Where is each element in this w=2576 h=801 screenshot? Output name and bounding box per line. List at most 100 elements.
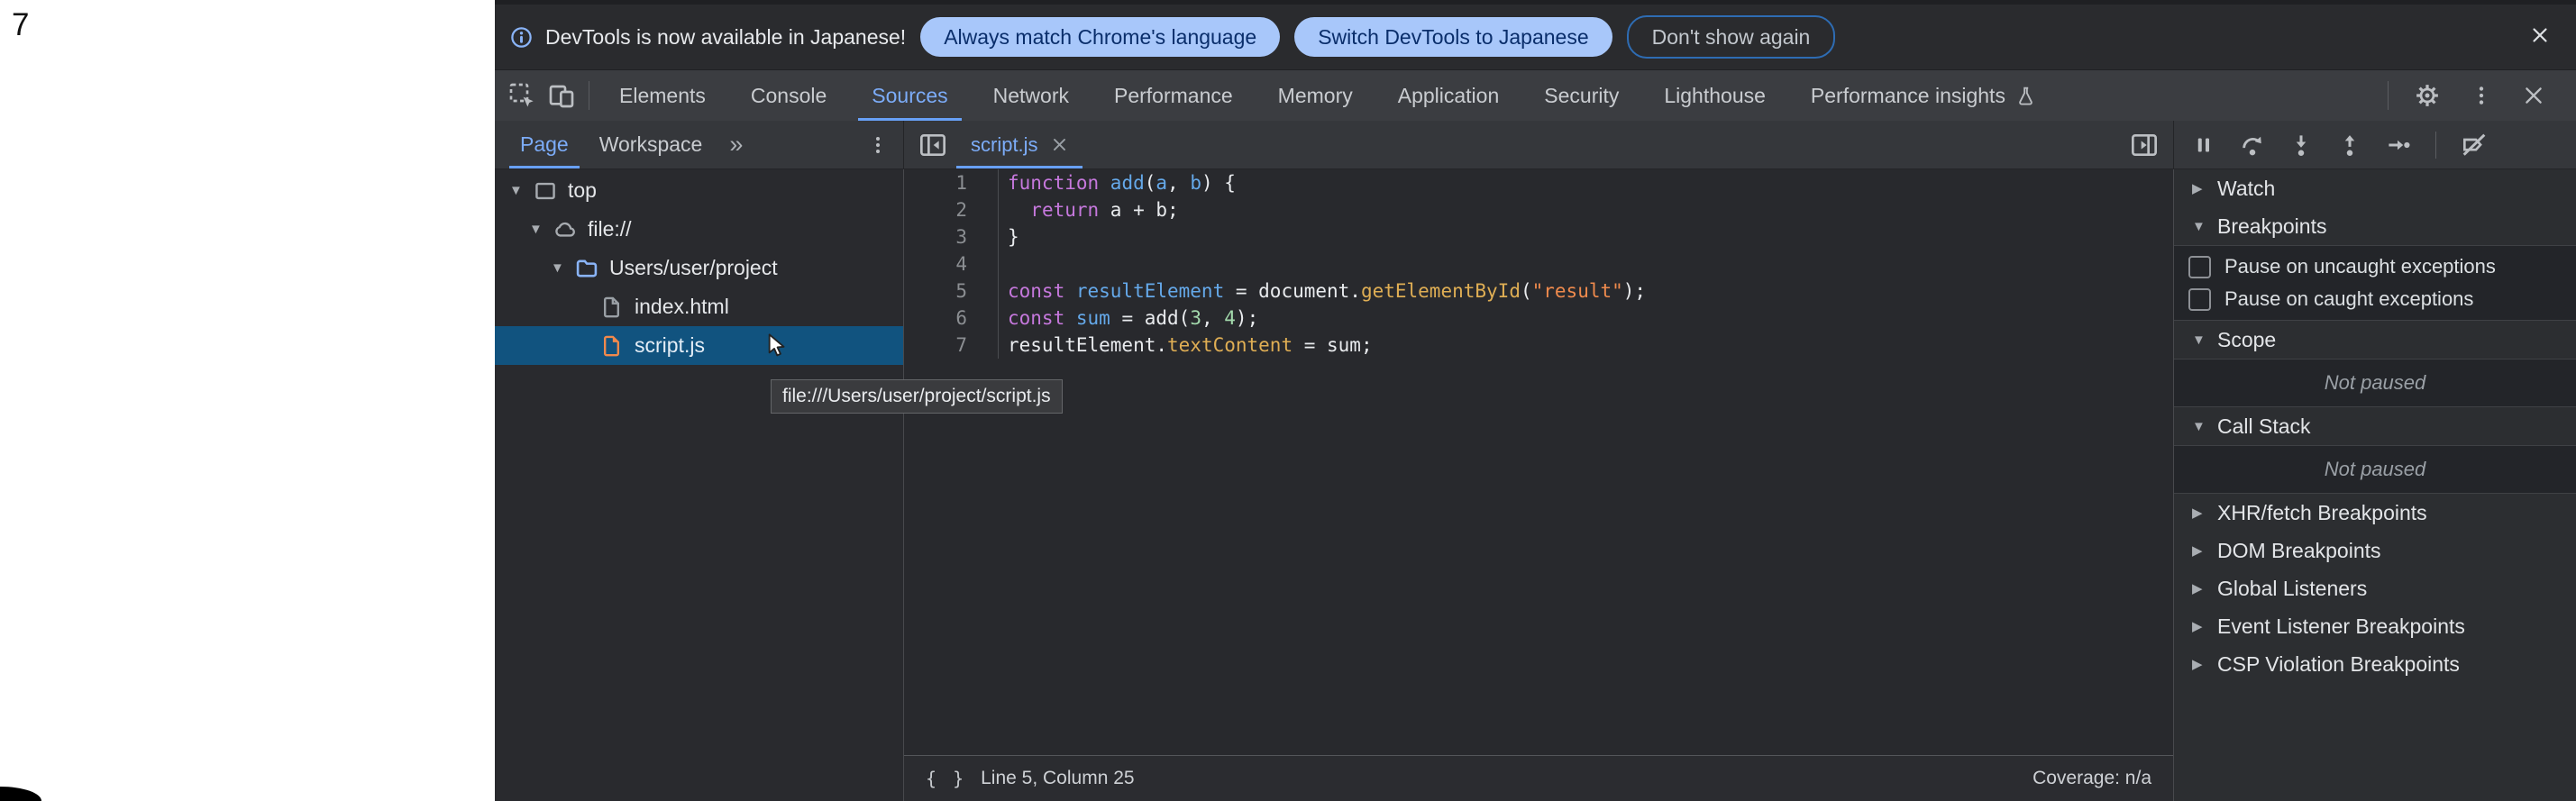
pause-script-icon[interactable] [2190,132,2217,159]
sidebar-section-global-listeners[interactable]: ▶Global Listeners [2174,569,2576,607]
expander-icon[interactable]: ▼ [529,222,553,237]
sidebar-section-label: Call Stack [2217,414,2311,439]
editor-tab-label: script.js [971,133,1038,157]
tab-memory[interactable]: Memory [1256,70,1375,121]
tab-network[interactable]: Network [971,70,1092,121]
checkbox[interactable] [2188,288,2211,311]
tree-item-top[interactable]: ▼top [495,171,903,210]
tree-item-script-js[interactable]: script.js [495,326,903,365]
tab-label: Sources [872,84,947,108]
line-number[interactable]: 5 [904,278,999,305]
frame-icon [533,178,558,204]
expander-icon[interactable]: ▼ [551,260,574,276]
tab-console[interactable]: Console [728,70,849,121]
tab-elements[interactable]: Elements [597,70,728,121]
settings-gear-icon[interactable] [2414,82,2441,109]
toggle-debugger-panel-icon[interactable] [2130,131,2159,159]
mouse-cursor [763,332,792,365]
line-number[interactable]: 1 [904,169,999,196]
triangle-down-icon[interactable]: ▼ [2192,219,2217,234]
sidebar-section-scope[interactable]: ▼Scope [2174,321,2576,359]
step-out-icon[interactable] [2336,132,2363,159]
tree-item-users-user-project[interactable]: ▼ Users/user/project [495,249,903,287]
triangle-right-icon[interactable]: ▶ [2192,542,2217,559]
expander-icon[interactable]: ▼ [509,183,533,198]
tab-label: Console [751,84,827,108]
triangle-right-icon[interactable]: ▶ [2192,580,2217,596]
sidebar-section-label: Breakpoints [2217,214,2326,239]
sidebar-section-event-listener-breakpoints[interactable]: ▶Event Listener Breakpoints [2174,607,2576,645]
kebab-menu-icon[interactable] [2470,84,2493,107]
tab-sources[interactable]: Sources [849,70,970,121]
checkbox-row-pause-on-caught-exceptions[interactable]: Pause on caught exceptions [2174,283,2576,315]
tab-performance[interactable]: Performance [1092,70,1256,121]
tab-label: Performance insights [1811,84,2005,108]
code-editor[interactable]: 1function add(a, b) {2 return a + b;3}45… [904,169,2173,755]
step-into-icon[interactable] [2288,132,2315,159]
triangle-right-icon[interactable]: ▶ [2192,180,2217,196]
sidebar-section-dom-breakpoints[interactable]: ▶DOM Breakpoints [2174,532,2576,569]
line-number[interactable]: 7 [904,332,999,359]
editor-tab-script-js[interactable]: script.js [956,121,1082,168]
infobar-button-switch-devtools-to-japanese[interactable]: Switch DevTools to Japanese [1294,17,1612,57]
editor-status-bar: { } Line 5, Column 25 Coverage: n/a [904,755,2173,801]
debugger-controls [2174,121,2576,168]
checkbox-row-pause-on-uncaught-exceptions[interactable]: Pause on uncaught exceptions [2174,250,2576,283]
step-over-icon[interactable] [2239,132,2266,159]
infobar-close-icon[interactable] [2529,24,2551,46]
deactivate-breakpoints-icon[interactable] [2460,131,2489,159]
inspect-element-icon[interactable] [507,81,536,110]
triangle-down-icon[interactable]: ▼ [2192,419,2217,434]
toggle-navigator-panel-icon[interactable] [918,131,947,159]
status-bar-left: { } Line 5, Column 25 [926,768,1135,789]
infobar-button-always-match-chrome-s-language[interactable]: Always match Chrome's language [920,17,1280,57]
file-navigator-pane: ▼top▼file://▼Users/user/projectindex.htm… [495,169,904,801]
line-number[interactable]: 4 [904,250,999,278]
tab-lighthouse[interactable]: Lighthouse [1641,70,1788,121]
line-number[interactable]: 3 [904,223,999,250]
device-toolbar-icon[interactable] [547,81,576,110]
navigator-tab-page[interactable]: Page [513,121,576,168]
file-path-tooltip: file:///Users/user/project/script.js [771,379,1063,414]
sidebar-section-call-stack[interactable]: ▼Call Stack [2174,407,2576,445]
editor-tab-close-icon[interactable] [1051,136,1068,153]
navigator-tab-workspace[interactable]: Workspace [592,121,710,168]
navigator-more-icon[interactable] [867,134,889,156]
sidebar-section-breakpoints[interactable]: ▼Breakpoints [2174,207,2576,245]
not-paused-status: Not paused [2174,445,2576,494]
tree-item-file[interactable]: ▼file:// [495,210,903,249]
triangle-right-icon[interactable]: ▶ [2192,656,2217,672]
main-tab-strip: ElementsConsoleSourcesNetworkPerformance… [597,70,2060,121]
devtools-close-icon[interactable] [2522,84,2545,107]
code-line-text: const resultElement = document.getElemen… [999,280,1646,302]
triangle-down-icon[interactable]: ▼ [2192,332,2217,348]
code-editor-pane: 1function add(a, b) {2 return a + b;3}45… [904,169,2174,801]
line-number[interactable]: 2 [904,196,999,223]
tree-item-index-html[interactable]: index.html [495,287,903,326]
step-icon[interactable] [2385,132,2412,159]
checkbox[interactable] [2188,256,2211,278]
tree-item-label: Users/user/project [609,256,778,280]
tab-application[interactable]: Application [1375,70,1522,121]
triangle-right-icon[interactable]: ▶ [2192,618,2217,634]
code-line: 6const sum = add(3, 4); [904,305,2173,332]
sidebar-section-csp-violation-breakpoints[interactable]: ▶CSP Violation Breakpoints [2174,645,2576,683]
code-line: 3} [904,223,2173,250]
tab-performance-insights[interactable]: Performance insights [1788,70,2060,121]
code-line: 2 return a + b; [904,196,2173,223]
sidebar-section-xhr-fetch-breakpoints[interactable]: ▶XHR/fetch Breakpoints [2174,494,2576,532]
sidebar-section-watch[interactable]: ▶Watch [2174,169,2576,207]
black-corner-shape [0,787,41,801]
pretty-print-braces-icon[interactable]: { } [926,768,966,789]
coverage-text: Coverage: n/a [2032,768,2151,789]
overflow-tabs-icon[interactable]: » [729,131,743,159]
infobar-button-don-t-show-again[interactable]: Don't show again [1627,15,1836,59]
line-number[interactable]: 6 [904,305,999,332]
tab-label: Application [1398,84,1500,108]
triangle-right-icon[interactable]: ▶ [2192,505,2217,521]
toolbar-right-controls [2386,81,2576,110]
tab-security[interactable]: Security [1521,70,1641,121]
file-icon [599,295,625,319]
tree-item-label: index.html [635,295,729,319]
devtools-window: DevTools is now available in Japanese! A… [495,0,2576,801]
